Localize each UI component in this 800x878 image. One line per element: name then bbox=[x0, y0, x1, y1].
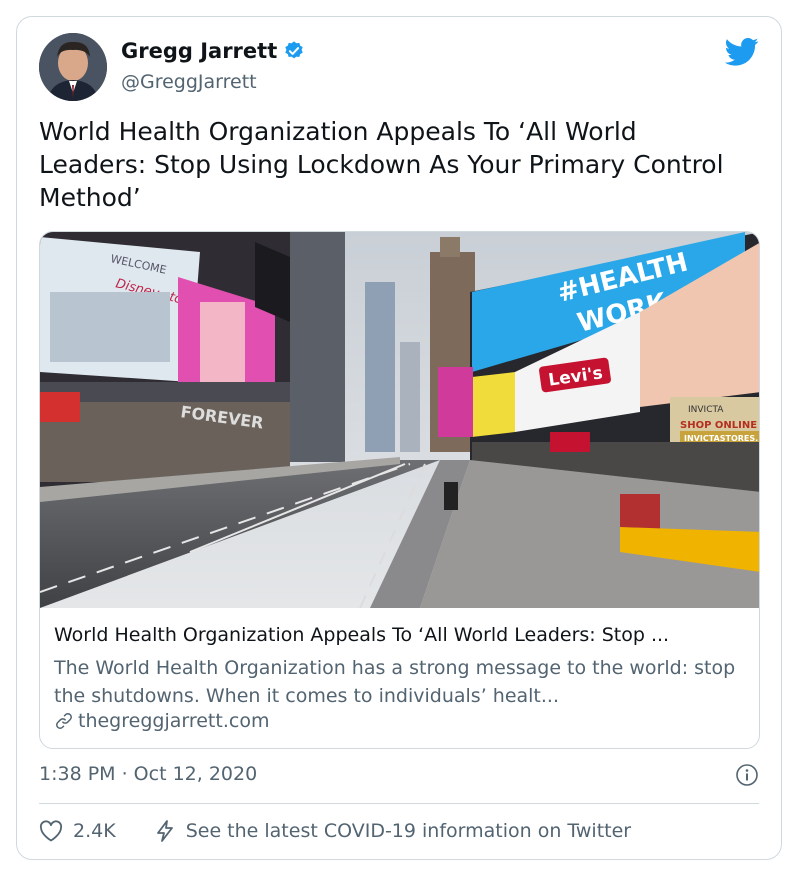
avatar-image bbox=[39, 33, 107, 101]
sign-invicta: INVICTA bbox=[688, 405, 724, 415]
covid-info-link[interactable]: See the latest COVID-19 information on T… bbox=[154, 819, 631, 843]
author-name[interactable]: Gregg Jarrett bbox=[121, 39, 277, 63]
tweet-card: Gregg Jarrett @GreggJarrett World Health… bbox=[16, 16, 782, 860]
link-card-domain[interactable]: thegreggjarrett.com bbox=[54, 710, 269, 732]
tweet-actions: 2.4K See the latest COVID-19 information… bbox=[39, 819, 631, 843]
link-preview-image: WELCOME Disney store FOREVER #HEALTH WOR… bbox=[40, 232, 759, 608]
link-card-title[interactable]: World Health Organization Appeals To ‘Al… bbox=[54, 624, 744, 646]
link-icon bbox=[56, 713, 72, 729]
divider bbox=[39, 803, 759, 804]
verified-badge-icon bbox=[285, 41, 303, 59]
lightning-icon bbox=[156, 820, 173, 842]
link-card-domain-text: thegreggjarrett.com bbox=[78, 710, 270, 732]
sign-invicta-url: INVICTASTORES. bbox=[684, 434, 758, 443]
info-icon[interactable] bbox=[735, 763, 759, 787]
tweet-text: World Health Organization Appeals To ‘Al… bbox=[39, 117, 724, 212]
link-preview-card[interactable]: WELCOME Disney store FOREVER #HEALTH WOR… bbox=[39, 231, 760, 749]
like-button[interactable]: 2.4K bbox=[39, 820, 116, 842]
author-name-row: Gregg Jarrett bbox=[121, 39, 305, 63]
heart-icon bbox=[39, 820, 63, 842]
avatar[interactable] bbox=[39, 33, 107, 101]
link-card-description: The World Health Organization has a stro… bbox=[54, 657, 736, 707]
sign-shop-online: SHOP ONLINE bbox=[680, 420, 757, 431]
twitter-bird-icon[interactable] bbox=[725, 37, 759, 67]
author-handle[interactable]: @GreggJarrett bbox=[121, 71, 257, 93]
tweet-timestamp[interactable]: 1:38 PM · Oct 12, 2020 bbox=[39, 763, 257, 785]
covid-info-label: See the latest COVID-19 information on T… bbox=[185, 820, 632, 842]
like-count: 2.4K bbox=[73, 820, 116, 842]
